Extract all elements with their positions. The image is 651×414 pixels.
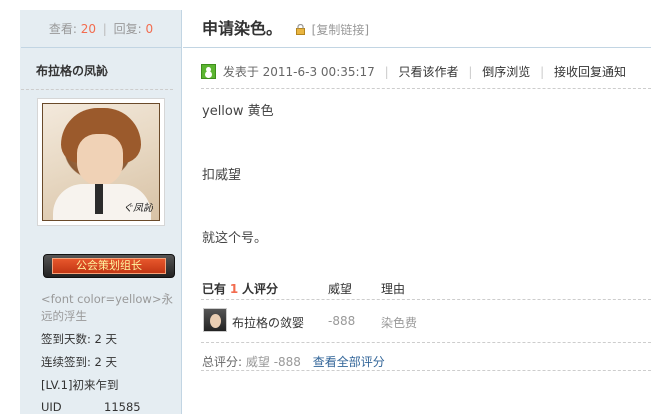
rating-divider xyxy=(201,370,651,371)
meta-divider: | xyxy=(468,65,473,79)
avatar-tie xyxy=(95,184,103,214)
replies-count: 0 xyxy=(145,22,154,36)
user-level[interactable]: [LV.1]初来乍到 xyxy=(41,377,181,393)
rating-col-reputation: 威望 xyxy=(328,282,353,296)
post-line-2: 扣威望 xyxy=(202,168,242,183)
rating-suffix: 人评分 xyxy=(242,282,279,296)
thread-stats: 查看: 20 | 回复: 0 xyxy=(21,10,181,48)
avatar[interactable]: ぐ凤訫 xyxy=(37,98,165,226)
rating-reason: 染色费 xyxy=(381,316,418,330)
uid-label: UID xyxy=(41,400,62,414)
post-line-1: yellow 黄色 xyxy=(202,104,274,119)
rating-prefix: 已有 xyxy=(202,282,227,296)
lock-icon xyxy=(295,12,305,35)
avatar-image: ぐ凤訫 xyxy=(42,103,160,221)
uid-value: 11585 xyxy=(104,400,141,414)
views-count: 20 xyxy=(80,22,96,36)
post-meta: 发表于 2011-6-3 00:35:17 | 只看该作者 | 倒序浏览 | 接… xyxy=(201,62,651,82)
rating-count: 1 xyxy=(229,282,239,296)
receive-notify-link[interactable]: 接收回复通知 xyxy=(554,65,626,79)
meta-divider: | xyxy=(384,65,389,79)
user-signature: <font color=yellow>永远的浮生 xyxy=(41,292,173,323)
author-sidebar: 查看: 20 | 回复: 0 布拉格の凤訫 ぐ凤訫 公会策划组长 <font c… xyxy=(20,10,182,414)
rating-total-value: 威望 -888 xyxy=(245,355,301,369)
thread-title: 申请染色。 xyxy=(202,19,283,38)
replies-label: 回复: xyxy=(113,22,142,36)
only-author-link[interactable]: 只看该作者 xyxy=(399,65,459,79)
avatar-face xyxy=(77,134,123,186)
reverse-view-link[interactable]: 倒序浏览 xyxy=(482,65,530,79)
rating-value: -888 xyxy=(328,314,356,328)
meta-divider-line xyxy=(201,88,651,89)
avatar-signature: ぐ凤訫 xyxy=(123,203,153,214)
thread-title-bar: 申请染色。 [复制链接] xyxy=(183,10,651,48)
rating-total-label: 总评分: xyxy=(202,355,243,369)
views-label: 查看: xyxy=(48,22,77,36)
uid-row: UID 11585 xyxy=(41,400,181,414)
user-online-icon xyxy=(201,64,216,79)
rating-divider xyxy=(201,342,651,343)
rating-divider xyxy=(201,299,651,300)
rating-row: 布拉格の敛婴 -888 染色费 xyxy=(202,308,632,336)
view-all-ratings-link[interactable]: 查看全部评分 xyxy=(313,355,385,369)
posted-time: 发表于 2011-6-3 00:35:17 xyxy=(222,65,375,79)
group-badge-label: 公会策划组长 xyxy=(52,258,166,274)
rating-col-reason: 理由 xyxy=(381,282,406,296)
post-main: 申请染色。 [复制链接] 发表于 2011-6-3 00:35:17 | 只看该… xyxy=(183,10,651,414)
signin-days: 签到天数: 2 天 xyxy=(41,332,118,346)
rating-total: 总评分: 威望 -888 查看全部评分 xyxy=(202,353,385,370)
consecutive-signin: 连续签到: 2 天 xyxy=(41,355,118,369)
rater-avatar[interactable] xyxy=(203,308,227,332)
rater-name[interactable]: 布拉格の敛婴 xyxy=(232,314,304,331)
group-badge: 公会策划组长 xyxy=(43,254,175,278)
author-name[interactable]: 布拉格の凤訫 xyxy=(21,48,173,90)
meta-divider: | xyxy=(540,65,545,79)
stats-divider: | xyxy=(102,22,107,36)
copy-link-button[interactable]: [复制链接] xyxy=(312,23,369,37)
post-line-3: 就这个号。 xyxy=(202,231,268,246)
